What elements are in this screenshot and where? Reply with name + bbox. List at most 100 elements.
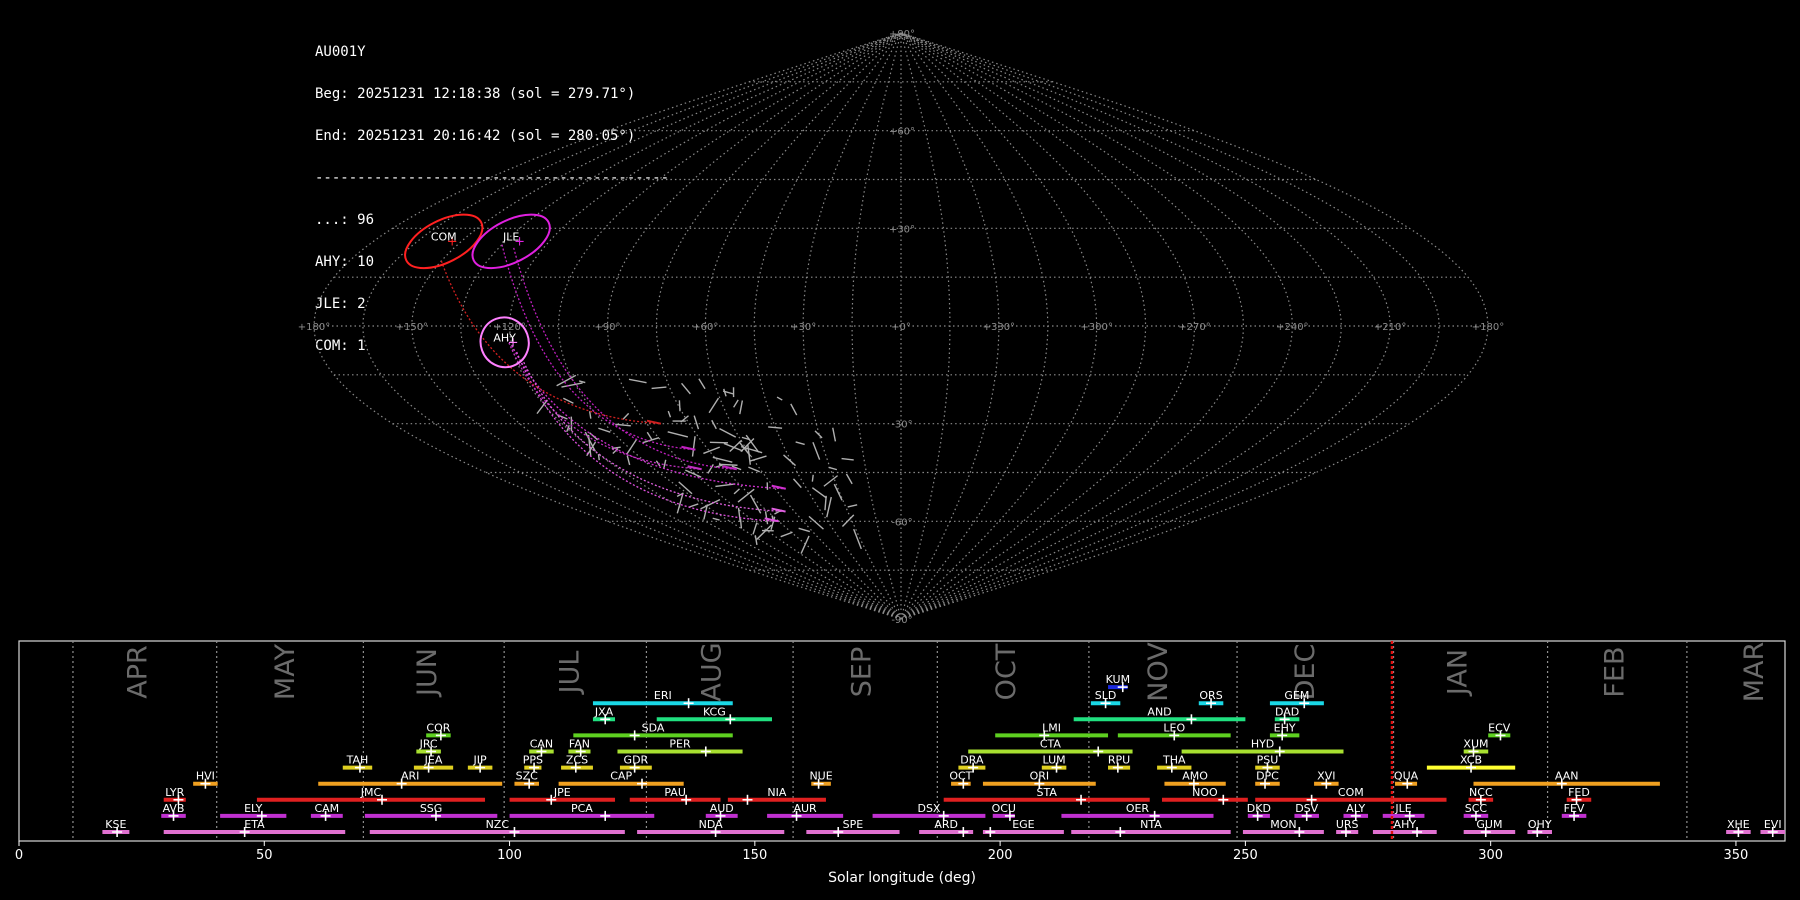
shower-label: KCG (703, 705, 726, 718)
shower-label: XHE (1727, 818, 1750, 831)
shower-label: FAN (569, 738, 590, 751)
shower-label: DAD (1275, 705, 1299, 718)
shower-label: ORI (1030, 770, 1050, 783)
meteor-track (808, 515, 824, 530)
month-label: MAR (1739, 642, 1770, 703)
longitude-tick-label: +270° (1178, 322, 1210, 333)
longitude-tick-label: +330° (983, 322, 1015, 333)
shower-label: JMC (360, 786, 382, 799)
shower-label: AUR (793, 802, 817, 815)
shower-label: SSG (420, 802, 443, 815)
shower-label: AHY (1394, 818, 1417, 831)
month-label: JUL (554, 651, 585, 696)
meteor-track (790, 403, 798, 416)
meteor-track (698, 378, 706, 390)
x-tick-label: 50 (256, 848, 273, 863)
meteor-track (748, 466, 760, 473)
meteor-trail (501, 244, 696, 451)
shower-label: XCB (1460, 754, 1482, 767)
shower-label: AMO (1182, 770, 1208, 783)
shower-label: LYR (165, 786, 184, 799)
shower-label: FED (1568, 786, 1590, 799)
meteor-track (800, 535, 810, 554)
meteor-track (723, 388, 727, 397)
shower-label: OHY (1528, 818, 1552, 831)
shower-label: SPE (843, 818, 864, 831)
longitude-tick-label: +0° (891, 322, 911, 333)
meteor-track (812, 442, 821, 460)
shower-label: ARD (934, 818, 958, 831)
x-axis-label: Solar longitude (deg) (828, 870, 976, 886)
meteor-track (833, 483, 843, 501)
shower-label: NTA (1140, 818, 1162, 831)
shower-label: MON (1270, 818, 1296, 831)
meteor-trail (513, 247, 737, 470)
longitude-tick-label: +90° (594, 322, 620, 333)
meteor-track (733, 488, 740, 495)
meteor-track (841, 457, 854, 461)
meteor-track (723, 442, 744, 452)
month-label: AUG (697, 642, 728, 701)
shower-label: SDA (642, 721, 665, 734)
shower-label: QUA (1394, 770, 1419, 783)
shower-label: AAN (1555, 770, 1579, 783)
meteor-track (578, 380, 586, 384)
meteor-track (750, 455, 767, 462)
latitude-tick-label: -90° (891, 615, 912, 626)
shower-label: JLE (1394, 802, 1411, 815)
shower-label: THA (1162, 754, 1186, 767)
meteor-track (663, 459, 667, 470)
shower-label: LUM (1043, 754, 1066, 767)
meteor-track (811, 474, 814, 482)
shower-label: ALY (1346, 802, 1365, 815)
month-label: FEB (1599, 646, 1630, 697)
shower-label: DRA (960, 754, 984, 767)
shower-label: XVI (1317, 770, 1335, 783)
shower-label: GEM (1284, 689, 1309, 702)
shower-label: OER (1126, 802, 1150, 815)
shower-label: HYD (1251, 738, 1274, 751)
shower-label: COR (426, 721, 450, 734)
shower-label: ELY (244, 802, 263, 815)
shower-label: LEO (1163, 721, 1185, 734)
shower-label: JIP (473, 754, 487, 767)
month-label: JAN (1442, 649, 1473, 697)
meteor-track (752, 522, 758, 535)
longitude-tick-label: +30° (790, 322, 816, 333)
meteor-track (700, 498, 721, 510)
month-label: JUN (412, 648, 443, 698)
shower-label: PPS (523, 754, 543, 767)
shower-label: GDR (624, 754, 649, 767)
shower-label: SZC (516, 770, 539, 783)
shower-label: JEA (424, 754, 443, 767)
meteor-trail (506, 338, 702, 470)
latitude-tick-label: -60° (891, 517, 912, 528)
meteor-track (795, 441, 805, 446)
meteor-track (667, 410, 672, 418)
meteor-track (598, 427, 611, 433)
month-label: SEP (846, 647, 877, 697)
shower-timeline: APR MAY JUN JUL AUG SEP OCT NOV DEC JAN FEB MARKUME… (15, 640, 1786, 886)
meridian-line (900, 32, 1391, 620)
meteor-track (628, 378, 647, 384)
meteor-track (749, 494, 762, 514)
meteor-track (681, 382, 691, 395)
shower-label: DSX (917, 802, 940, 815)
month-label: APR (123, 645, 154, 699)
meteor-track (768, 426, 783, 429)
shower-label: OCU (992, 802, 1016, 815)
meteor-track (792, 478, 802, 489)
month-label: OCT (991, 643, 1022, 700)
shower-label: CTA (1040, 738, 1062, 751)
meteor-track (853, 528, 862, 550)
month-label: MAY (270, 643, 301, 700)
meteor-track (588, 411, 592, 419)
shower-label: KSE (105, 818, 126, 831)
shower-label: DSV (1295, 802, 1318, 815)
shower-label: ORS (1199, 689, 1222, 702)
shower-label: GUM (1476, 818, 1502, 831)
meteor-track (712, 456, 733, 463)
radiant-label: JLE (502, 230, 519, 243)
x-tick-label: 200 (988, 848, 1013, 863)
x-tick-label: 350 (1724, 848, 1749, 863)
